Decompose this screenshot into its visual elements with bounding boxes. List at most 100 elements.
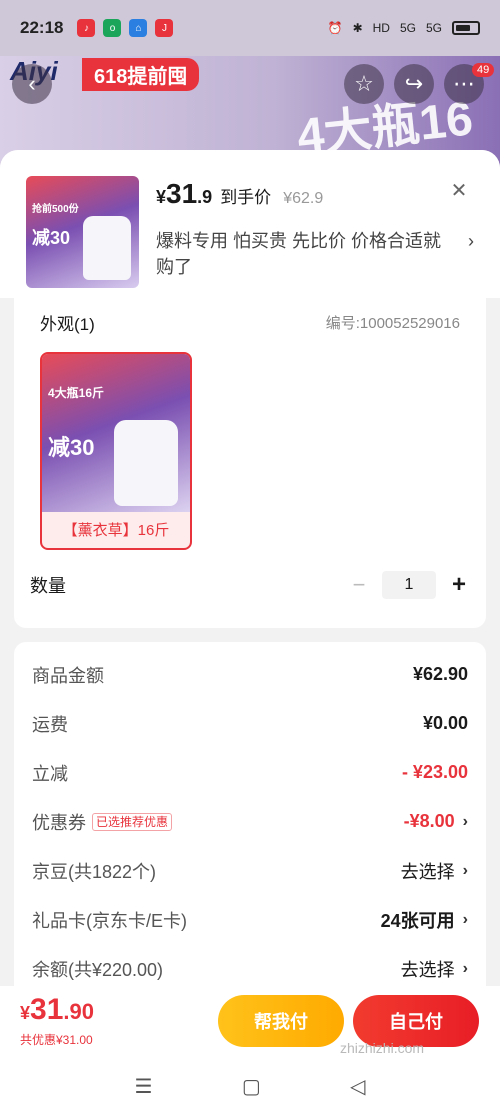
promo-link[interactable]: 爆料专用 怕买贵 先比价 价格合适就购了 › [156,228,474,280]
chevron-right-icon: › [462,861,468,879]
help-pay-button[interactable]: 帮我付 [218,995,344,1047]
fee-label-text: 运费 [32,714,68,735]
jd-app-icon: J [155,19,174,37]
spec-option-lavender[interactable]: 4大瓶16斤 减30 【薰衣草】16斤 [40,352,192,550]
fee-value: ¥0.00 [423,713,468,734]
share-button[interactable]: ↪ [394,64,434,104]
favorite-button[interactable]: ☆ [344,64,384,104]
fee-value-text: ¥62.90 [412,664,468,684]
bottle-image [83,216,131,280]
bottle-image [114,420,178,506]
thumb-text: 减30 [32,228,71,248]
purchase-sheet: 抢前500份 减30 ¥31.9 到手价 ¥62.9 爆料专用 怕买贵 先比价 … [0,150,500,1117]
fee-row[interactable]: 京豆(共1822个) 去选择 › [32,846,468,895]
quantity-row: 数量 − 1 + [30,568,470,602]
checkout-bar: ¥31.90 共优惠¥31.00 帮我付 自己付 [0,986,500,1056]
total-saving: 共优惠¥31.00 [20,1033,93,1047]
fee-value: 24张可用 › [381,907,468,933]
fee-value: ¥62.90 [413,664,468,685]
product-code: 编号:100052529016 [325,315,460,332]
fee-label: 商品金额 [32,662,104,688]
quantity-label: 数量 [30,576,66,596]
promo-text: 爆料专用 怕买贵 先比价 价格合适就购了 [156,231,442,277]
option-img-text: 4大瓶16斤 [48,386,105,400]
spec-option-image: 4大瓶16斤 减30 [42,354,190,512]
total-block: ¥31.90 共优惠¥31.00 [20,994,94,1048]
music-app-icon: ♪ [77,19,96,37]
fee-label-text: 优惠券 [32,812,86,833]
fee-value-text: 去选择 [400,861,455,882]
fee-label-text: 礼品卡(京东卡/E卡) [32,910,187,931]
fee-label-text: 京豆(共1822个) [32,861,157,882]
bluetooth-icon: ✱ [352,21,363,35]
fee-label: 余额(共¥220.00) [32,956,163,982]
status-time: 22:18 [20,18,64,37]
chevron-right-icon: › [468,231,474,251]
spec-section: 外观(1) 编号:100052529016 4大瓶16斤 减30 【薰衣草】16… [14,298,486,628]
product-thumbnail[interactable]: 抢前500份 减30 [26,176,139,288]
fee-row: 商品金额 ¥62.90 [32,650,468,699]
price-integer: 31 [166,178,198,209]
alarm-icon: ⏰ [327,21,343,35]
price-suffix: 到手价 [220,188,272,207]
option-img-text: 减30 [48,435,95,460]
fee-row: 立减 - ¥23.00 [32,748,468,797]
final-price: ¥31.9 [156,178,212,210]
fee-row: 运费 ¥0.00 [32,699,468,748]
fee-label: 优惠券 已选推荐优惠 [32,809,173,835]
fee-row[interactable]: 礼品卡(京东卡/E卡) 24张可用 › [32,895,468,944]
5g-signal-icon: 5G [425,21,442,35]
spec-title: 外观(1) [40,315,95,334]
fee-summary: 商品金额 ¥62.90 运费 ¥0.00 立减 - ¥23.00 优惠券 已选推荐优惠 -¥8.… [14,642,486,1002]
campaign-tag: 618提前囤 [82,58,200,91]
chevron-right-icon: › [462,959,468,977]
thumb-text: 抢前500份 [32,204,79,215]
recommended-tag: 已选推荐优惠 [92,812,173,831]
decrease-button[interactable]: − [348,572,370,598]
fee-label-text: 余额(共¥220.00) [32,959,164,980]
watermark-text: zhizhizhi.com [340,1040,425,1056]
status-bar: 22:18 ♪ o ⌂ J ⏰ ✱ HD 5G 5G [0,0,500,56]
product-summary: 抢前500份 减30 ¥31.9 到手价 ¥62.9 爆料专用 怕买贵 先比价 … [0,150,500,298]
notification-icons: ♪ o ⌂ J [77,19,174,37]
fee-row[interactable]: 优惠券 已选推荐优惠 -¥8.00 › [32,797,468,846]
total-integer: 31 [30,993,64,1026]
total-price: ¥31.90 [20,994,94,1029]
fee-label-text: 立减 [32,763,68,784]
fee-value: - ¥23.00 [402,762,468,783]
currency-symbol: ¥ [156,187,167,207]
battery-icon [452,21,480,35]
product-info: ¥31.9 到手价 ¥62.9 爆料专用 怕买贵 先比价 价格合适就购了 › [156,176,474,277]
fee-label: 运费 [32,711,68,737]
quantity-input[interactable]: 1 [382,571,436,599]
spec-header: 外观(1) 编号:100052529016 [40,310,460,335]
back-nav-icon[interactable]: ◁ [350,1074,365,1099]
price-row: ¥31.9 到手价 ¥62.9 [156,178,474,210]
system-nav-bar: ☰ ▢ ◁ [0,1056,500,1117]
currency-symbol: ¥ [20,1003,31,1023]
more-badge: 49 [472,63,495,77]
fee-value-text: ¥0.00 [422,713,468,733]
shop-app-icon: ⌂ [129,19,148,37]
fee-label: 礼品卡(京东卡/E卡) [32,907,187,933]
fee-label: 立减 [32,760,68,786]
close-button[interactable]: ✕ [448,180,470,202]
spec-option-label: 【薰衣草】16斤 [62,522,170,539]
chevron-right-icon: › [462,812,468,830]
home-icon[interactable]: ▢ [242,1074,261,1099]
quantity-stepper: − 1 + [348,571,470,599]
oppo-app-icon: o [103,19,122,37]
5g-signal-icon: 5G [399,21,416,35]
increase-button[interactable]: + [448,571,470,599]
price-decimal: .9 [197,187,213,207]
hd-icon: HD [372,21,390,35]
fee-value-text: -¥8.00 [403,811,455,831]
status-right: ⏰ ✱ HD 5G 5G [328,21,480,35]
back-button[interactable]: ‹ [12,64,52,104]
fee-label-text: 商品金额 [32,665,104,686]
fee-value: 去选择 › [401,956,468,982]
chevron-right-icon: › [462,910,468,928]
fee-value-text: 去选择 [400,959,455,980]
menu-icon[interactable]: ☰ [135,1074,153,1099]
fee-label: 京豆(共1822个) [32,858,156,884]
